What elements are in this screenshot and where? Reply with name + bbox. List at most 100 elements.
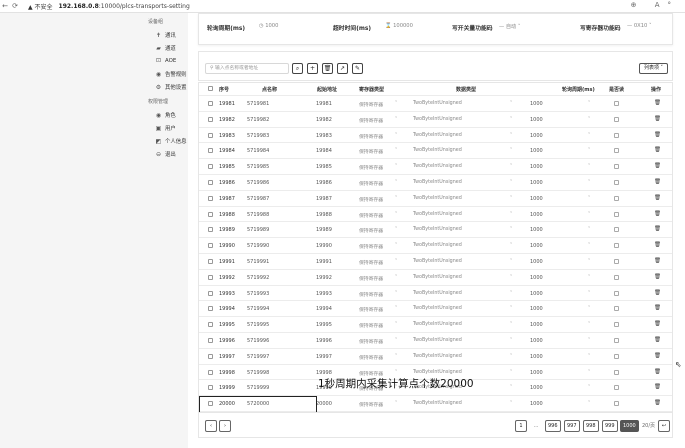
register-type-select[interactable]: 保持寄存器 xyxy=(359,133,383,140)
row-checkbox[interactable] xyxy=(208,101,213,106)
readable-checkbox[interactable] xyxy=(614,338,619,343)
readable-checkbox[interactable] xyxy=(614,148,619,154)
readable-checkbox[interactable] xyxy=(614,101,619,106)
register-type-select[interactable]: 保持寄存器 xyxy=(359,291,383,298)
row-checkbox[interactable] xyxy=(208,211,213,217)
poll-period-input[interactable]: ◷ 1000 xyxy=(259,23,278,29)
register-type-select[interactable]: 保持寄存器 xyxy=(359,322,383,329)
data-type-select[interactable]: TwoByteIntUnsigned xyxy=(413,338,462,343)
trash-icon[interactable]: 🗑 xyxy=(654,400,661,406)
browser-extra-icons[interactable]: ⊕ A° xyxy=(631,1,679,9)
row-period[interactable]: 1000 xyxy=(530,133,543,139)
row-period[interactable]: 1000 xyxy=(530,401,543,407)
table-row[interactable]: 19992 5719992 19992 保持寄存器 ˅ TwoByteIntUn… xyxy=(199,270,672,286)
table-row[interactable]: 19983 5719983 19983 保持寄存器 ˅ TwoByteIntUn… xyxy=(199,128,672,144)
data-type-select[interactable]: TwoByteIntUnsigned xyxy=(413,117,462,122)
row-checkbox[interactable] xyxy=(208,132,213,138)
add-button[interactable]: + xyxy=(307,63,318,74)
readable-checkbox[interactable] xyxy=(614,116,619,122)
row-addr[interactable]: 19998 xyxy=(316,370,332,376)
data-type-select[interactable]: TwoByteIntUnsigned xyxy=(413,275,462,280)
row-name[interactable]: 5719996 xyxy=(247,338,269,344)
register-type-select[interactable]: 保持寄存器 xyxy=(359,148,383,155)
readable-checkbox[interactable] xyxy=(614,211,619,217)
readable-checkbox[interactable] xyxy=(614,180,619,185)
readable-checkbox[interactable] xyxy=(614,385,619,391)
register-type-select[interactable]: 保持寄存器 xyxy=(359,117,383,124)
row-period[interactable]: 1000 xyxy=(530,117,543,123)
data-type-select[interactable]: TwoByteIntUnsigned xyxy=(413,322,462,327)
page-1000-current[interactable]: 1000 xyxy=(620,420,639,432)
trash-icon[interactable]: 🗑 xyxy=(654,274,661,280)
data-type-select[interactable]: TwoByteIntUnsigned xyxy=(413,148,462,153)
table-row[interactable]: 19989 5719989 19989 保持寄存器 ˅ TwoByteIntUn… xyxy=(199,222,672,239)
row-addr[interactable]: 19985 xyxy=(316,164,332,170)
page-997[interactable]: 997 xyxy=(564,420,580,432)
row-name[interactable]: 5719990 xyxy=(247,243,269,249)
register-type-select[interactable]: 保持寄存器 xyxy=(359,243,383,250)
row-addr[interactable]: 19993 xyxy=(316,291,332,297)
column-selector[interactable]: 列表项 ˅ xyxy=(639,63,668,74)
data-type-select[interactable]: TwoByteIntUnsigned xyxy=(413,370,462,375)
row-period[interactable]: 1000 xyxy=(530,196,543,202)
trash-icon[interactable]: 🗑 xyxy=(654,163,661,169)
readable-checkbox[interactable] xyxy=(614,353,619,359)
row-name[interactable]: 5719989 xyxy=(247,227,269,233)
row-period[interactable]: 1000 xyxy=(530,243,543,249)
row-period[interactable]: 1000 xyxy=(530,306,543,312)
url-bar[interactable]: 192.168.0.8:10000/plcs-transports-settin… xyxy=(59,3,190,10)
row-name[interactable]: 5719988 xyxy=(247,212,269,218)
data-type-select[interactable]: TwoByteIntUnsigned xyxy=(413,259,462,264)
register-type-select[interactable]: 保持寄存器 xyxy=(359,180,383,187)
table-row[interactable]: 19981 5719981 19981 保持寄存器 ˅ TwoByteIntUn… xyxy=(199,96,672,112)
register-type-select[interactable]: 保持寄存器 xyxy=(359,227,383,234)
data-type-select[interactable]: TwoByteIntUnsigned xyxy=(413,133,462,138)
row-checkbox[interactable] xyxy=(208,195,213,201)
row-checkbox[interactable] xyxy=(208,290,213,296)
register-type-select[interactable]: 保持寄存器 xyxy=(359,259,383,266)
search-button[interactable]: ⌕ xyxy=(292,63,303,74)
row-checkbox[interactable] xyxy=(208,322,213,328)
row-name[interactable]: 5719994 xyxy=(247,306,269,312)
trash-icon[interactable]: 🗑 xyxy=(654,242,661,248)
row-checkbox[interactable] xyxy=(208,164,213,170)
page-1[interactable]: 1 xyxy=(515,420,527,432)
readable-checkbox[interactable] xyxy=(614,195,619,201)
data-type-select[interactable]: TwoByteIntUnsigned xyxy=(413,291,462,296)
row-period[interactable]: 1000 xyxy=(530,385,543,391)
table-row[interactable]: 19990 5719990 19990 保持寄存器 ˅ TwoByteIntUn… xyxy=(199,238,672,254)
page-ellipsis[interactable]: ... xyxy=(530,420,542,432)
row-checkbox[interactable] xyxy=(208,116,213,122)
readable-checkbox[interactable] xyxy=(614,227,619,233)
row-name[interactable]: 5719997 xyxy=(247,354,269,360)
trash-icon[interactable]: 🗑 xyxy=(654,132,661,138)
sidebar-item-aoe[interactable]: ⊡ AOE xyxy=(155,57,176,64)
select-all-checkbox[interactable] xyxy=(208,86,213,91)
data-type-select[interactable]: TwoByteIntUnsigned xyxy=(413,243,462,248)
readable-checkbox[interactable] xyxy=(614,164,619,170)
row-period[interactable]: 1000 xyxy=(530,259,543,265)
row-checkbox[interactable] xyxy=(208,274,213,280)
row-period[interactable]: 1000 xyxy=(530,180,543,186)
row-addr[interactable]: 20000 xyxy=(316,401,332,407)
timeout-input[interactable]: ⌛ 100000 xyxy=(385,23,413,29)
row-period[interactable]: 1000 xyxy=(530,148,543,154)
row-addr[interactable]: 19990 xyxy=(316,243,332,249)
trash-icon[interactable]: 🗑 xyxy=(654,305,661,311)
row-addr[interactable]: 19997 xyxy=(316,354,332,360)
row-checkbox[interactable] xyxy=(208,180,213,185)
readable-checkbox[interactable] xyxy=(614,306,619,312)
row-checkbox[interactable] xyxy=(208,369,213,375)
row-addr[interactable]: 19989 xyxy=(316,227,332,233)
readable-checkbox[interactable] xyxy=(614,322,619,328)
sidebar-item-alarm[interactable]: ◉ 告警规则 xyxy=(155,70,187,79)
row-name[interactable]: 5719984 xyxy=(247,148,269,154)
page-size-select[interactable]: 20/页 xyxy=(639,420,659,432)
row-period[interactable]: 1000 xyxy=(530,101,543,107)
register-type-select[interactable]: 保持寄存器 xyxy=(359,101,383,108)
register-type-select[interactable]: 保持寄存器 xyxy=(359,212,383,219)
readable-checkbox[interactable] xyxy=(614,290,619,296)
row-period[interactable]: 1000 xyxy=(530,338,543,344)
insecure-warning[interactable]: ▲ 不安全 xyxy=(28,2,53,11)
table-row[interactable]: 19995 5719995 19995 保持寄存器 ˅ TwoByteIntUn… xyxy=(199,317,672,333)
